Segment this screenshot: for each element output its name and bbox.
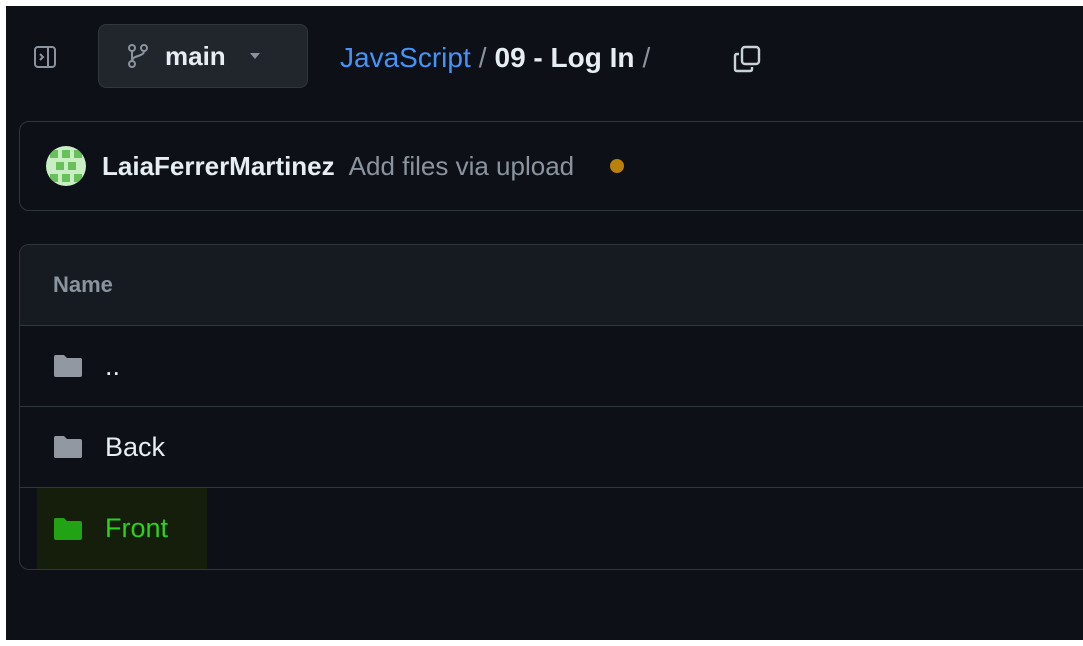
file-name-link[interactable]: Back (105, 432, 165, 463)
breadcrumb-separator: / (642, 42, 651, 73)
folder-icon (53, 435, 83, 459)
folder-icon (53, 517, 83, 541)
table-header: Name (20, 245, 1083, 326)
latest-commit: LaiaFerrerMartinez Add files via upload (19, 121, 1083, 211)
repo-browser: main JavaScript / 09 - Log In / LaiaFerr… (6, 6, 1083, 640)
breadcrumb-current: 09 - Log In (494, 42, 635, 73)
file-name-link[interactable]: .. (105, 351, 120, 382)
commit-author-link[interactable]: LaiaFerrerMartinez (102, 151, 335, 182)
column-header-name: Name (53, 272, 113, 297)
file-row-parent[interactable]: .. (20, 326, 1083, 407)
folder-icon (53, 354, 83, 378)
chevron-down-icon (248, 51, 262, 61)
git-branch-icon (127, 43, 149, 69)
breadcrumb: JavaScript / 09 - Log In / (340, 40, 658, 76)
file-row-front[interactable]: Front (20, 488, 1083, 569)
breadcrumb-separator: / (478, 42, 487, 73)
copy-icon[interactable] (730, 42, 764, 76)
file-row-back[interactable]: Back (20, 407, 1083, 488)
branch-name: main (165, 40, 226, 71)
file-name-link[interactable]: Front (105, 513, 168, 544)
commit-status-indicator[interactable] (610, 159, 625, 173)
avatar[interactable] (46, 146, 86, 186)
commit-message-link[interactable]: Add files via upload (349, 151, 574, 182)
sidebar-expand-icon[interactable] (32, 44, 58, 70)
file-table: Name .. Back Front (19, 244, 1083, 570)
breadcrumb-repo-link[interactable]: JavaScript (340, 42, 471, 74)
branch-selector-button[interactable]: main (98, 24, 308, 88)
